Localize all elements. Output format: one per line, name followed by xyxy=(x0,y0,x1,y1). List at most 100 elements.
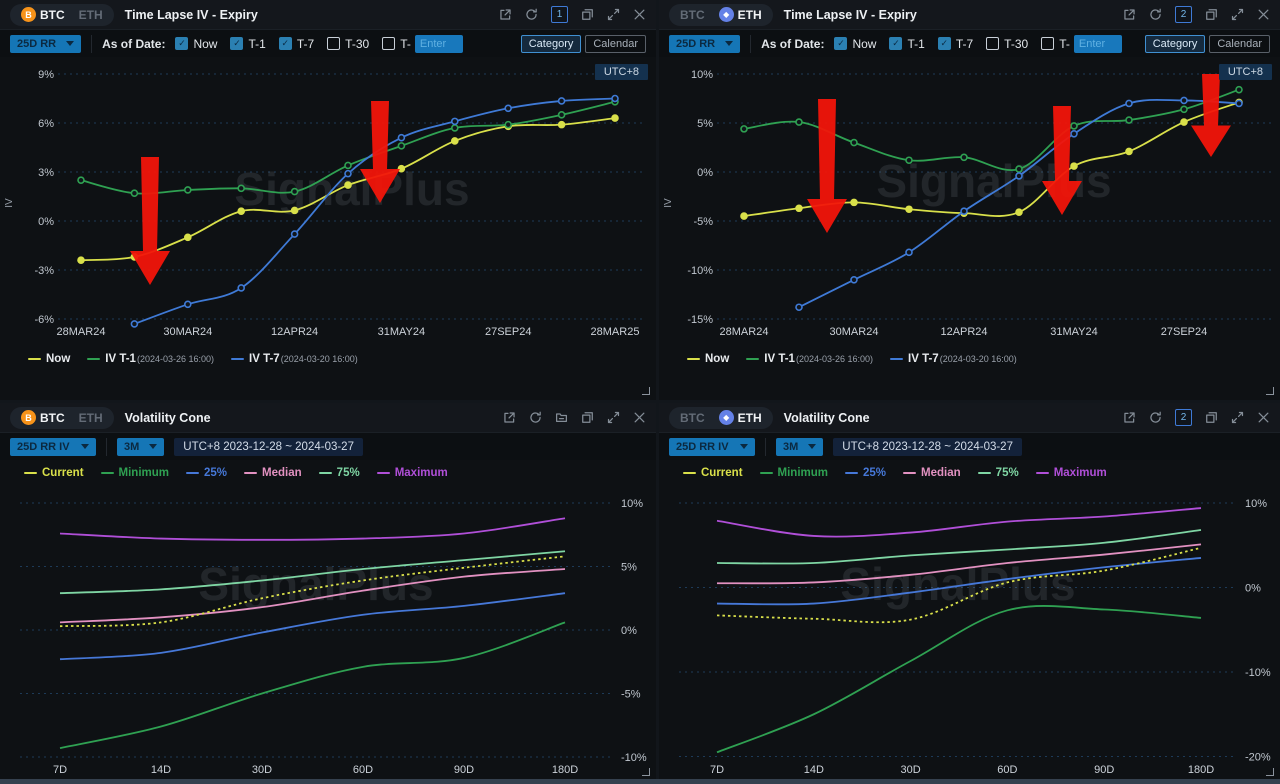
legend-item-25-[interactable]: 25% xyxy=(186,467,227,479)
popout-icon[interactable] xyxy=(503,411,516,424)
resize-handle[interactable] xyxy=(642,768,650,776)
data-point xyxy=(1236,100,1242,106)
checkbox-box[interactable]: ✓ xyxy=(230,37,243,50)
duplicate-icon[interactable] xyxy=(581,8,594,21)
tab-btc[interactable]: B BTC xyxy=(14,7,72,22)
legend-item-current[interactable]: Current xyxy=(683,467,743,479)
resize-handle[interactable] xyxy=(1266,768,1274,776)
y-tick-label: 0% xyxy=(1245,583,1261,595)
custom-date-input[interactable] xyxy=(415,35,463,53)
duplicate-icon[interactable] xyxy=(1205,411,1218,424)
metric-dropdown[interactable]: 25D RR xyxy=(669,35,740,53)
checkbox-box[interactable] xyxy=(382,37,395,50)
checkbox-t-30[interactable]: T-30 xyxy=(327,37,369,51)
window-count-badge[interactable]: 1 xyxy=(551,6,568,23)
custom-date-input[interactable] xyxy=(1074,35,1122,53)
legend-item-current[interactable]: Current xyxy=(24,467,84,479)
checkbox-t-7[interactable]: ✓T-7 xyxy=(938,37,973,51)
tab-eth[interactable]: ◆ ETH xyxy=(712,7,769,22)
fullscreen-icon[interactable] xyxy=(1231,411,1244,424)
checkbox-box[interactable] xyxy=(1041,37,1054,50)
metric-dropdown[interactable]: 25D RR IV xyxy=(10,438,96,456)
x-tick-label: 28MAR25 xyxy=(591,326,640,338)
tab-btc[interactable]: BTC xyxy=(673,411,712,425)
checkbox-now[interactable]: ✓Now xyxy=(834,37,876,51)
panel-header: BTC ◆ ETH Time Lapse IV - Expiry 2 xyxy=(659,0,1280,30)
data-point xyxy=(1071,163,1077,169)
period-dropdown[interactable]: 3M xyxy=(776,438,823,456)
refresh-icon[interactable] xyxy=(1149,411,1162,424)
metric-dropdown[interactable]: 25D RR xyxy=(10,35,81,53)
period-dropdown[interactable]: 3M xyxy=(117,438,164,456)
checkbox-box[interactable]: ✓ xyxy=(279,37,292,50)
legend-item-75-[interactable]: 75% xyxy=(319,467,360,479)
checkbox-box[interactable]: ✓ xyxy=(889,37,902,50)
popout-icon[interactable] xyxy=(499,8,512,21)
checkbox-box[interactable]: ✓ xyxy=(834,37,847,50)
duplicate-icon[interactable] xyxy=(1205,8,1218,21)
window-count-badge[interactable]: 2 xyxy=(1175,6,1192,23)
metric-dropdown[interactable]: 25D RR IV xyxy=(669,438,755,456)
tab-eth[interactable]: ETH xyxy=(72,411,110,425)
y-tick-label: 10% xyxy=(691,69,713,81)
resize-handle[interactable] xyxy=(1266,387,1274,395)
legend-item-now[interactable]: Now xyxy=(687,353,729,365)
checkbox-box[interactable]: ✓ xyxy=(938,37,951,50)
resize-handle[interactable] xyxy=(642,387,650,395)
close-icon[interactable] xyxy=(633,8,646,21)
legend-item-minimum[interactable]: Minimum xyxy=(101,467,169,479)
legend-item-iv-t-1[interactable]: IV T-1(2024-03-26 16:00) xyxy=(87,353,214,365)
legend-item-median[interactable]: Median xyxy=(244,467,302,479)
tab-btc[interactable]: B BTC xyxy=(14,410,72,425)
tab-eth[interactable]: ◆ ETH xyxy=(712,410,769,425)
folder-icon[interactable] xyxy=(555,411,568,424)
asset-toggle: B BTC ETH xyxy=(10,407,114,429)
chevron-down-icon xyxy=(66,41,74,46)
fullscreen-icon[interactable] xyxy=(607,411,620,424)
fullscreen-icon[interactable] xyxy=(607,8,620,21)
checkbox-t-[interactable]: T- xyxy=(382,37,411,51)
legend-swatch xyxy=(244,472,257,475)
legend-item-now[interactable]: Now xyxy=(28,353,70,365)
legend-item-75-[interactable]: 75% xyxy=(978,467,1019,479)
window-count-badge[interactable]: 2 xyxy=(1175,409,1192,426)
checkbox-t-1[interactable]: ✓T-1 xyxy=(230,37,265,51)
category-button[interactable]: Category xyxy=(521,35,582,53)
checkbox-box[interactable] xyxy=(986,37,999,50)
legend-item-minimum[interactable]: Minimum xyxy=(760,467,828,479)
refresh-icon[interactable] xyxy=(525,8,538,21)
legend-item-iv-t-7[interactable]: IV T-7(2024-03-20 16:00) xyxy=(890,353,1017,365)
legend-item-maximum[interactable]: Maximum xyxy=(377,467,448,479)
checkbox-box[interactable] xyxy=(327,37,340,50)
signalplus-dashboard: { "watermark": "SignalPlus", "colors": {… xyxy=(0,0,1280,784)
checkbox-t-30[interactable]: T-30 xyxy=(986,37,1028,51)
checkbox-box[interactable]: ✓ xyxy=(175,37,188,50)
calendar-button[interactable]: Calendar xyxy=(585,35,646,53)
checkbox-now[interactable]: ✓Now xyxy=(175,37,217,51)
close-icon[interactable] xyxy=(1257,411,1270,424)
data-point xyxy=(796,205,802,211)
duplicate-icon[interactable] xyxy=(581,411,594,424)
calendar-button[interactable]: Calendar xyxy=(1209,35,1270,53)
fullscreen-icon[interactable] xyxy=(1231,8,1244,21)
category-button[interactable]: Category xyxy=(1145,35,1206,53)
refresh-icon[interactable] xyxy=(529,411,542,424)
close-icon[interactable] xyxy=(1257,8,1270,21)
divider xyxy=(750,35,751,53)
tab-btc[interactable]: BTC xyxy=(673,8,712,22)
legend-item-maximum[interactable]: Maximum xyxy=(1036,467,1107,479)
tab-eth[interactable]: ETH xyxy=(72,8,110,22)
as-of-checkboxes: ✓Now ✓T-1 ✓T-7 T-30 T- xyxy=(834,37,1069,51)
checkbox-t-1[interactable]: ✓T-1 xyxy=(889,37,924,51)
checkbox-t-[interactable]: T- xyxy=(1041,37,1070,51)
legend-item-iv-t-1[interactable]: IV T-1(2024-03-26 16:00) xyxy=(746,353,873,365)
legend-item-25-[interactable]: 25% xyxy=(845,467,886,479)
legend-item-median[interactable]: Median xyxy=(903,467,961,479)
popout-icon[interactable] xyxy=(1123,8,1136,21)
data-point xyxy=(238,185,244,191)
popout-icon[interactable] xyxy=(1123,411,1136,424)
checkbox-t-7[interactable]: ✓T-7 xyxy=(279,37,314,51)
close-icon[interactable] xyxy=(633,411,646,424)
legend-item-iv-t-7[interactable]: IV T-7(2024-03-20 16:00) xyxy=(231,353,358,365)
refresh-icon[interactable] xyxy=(1149,8,1162,21)
